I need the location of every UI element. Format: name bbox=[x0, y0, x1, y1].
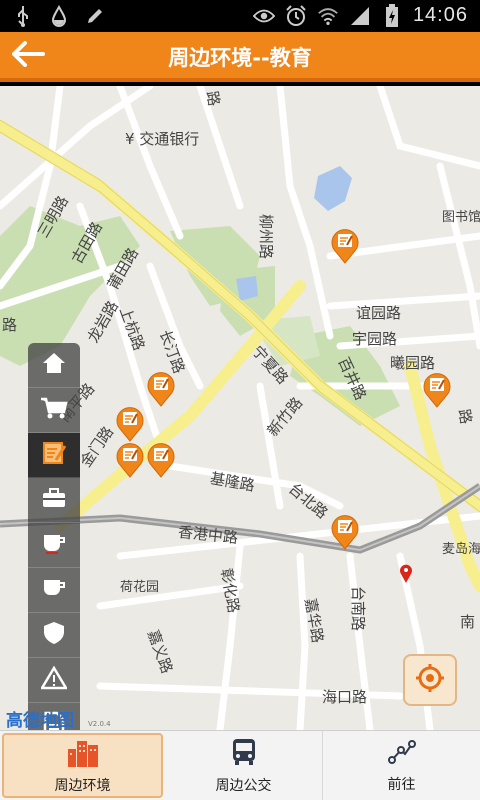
tab-go-to-label: 前往 bbox=[387, 776, 416, 793]
category-toolbar bbox=[28, 343, 80, 730]
app-header: 周边环境--教育 bbox=[0, 32, 480, 82]
status-bar: 14:06 bbox=[0, 0, 480, 32]
toolbar-home-button[interactable] bbox=[28, 343, 80, 388]
page-title: 周边环境--教育 bbox=[168, 46, 312, 70]
map-label-jiaotong-bank: ¥ 交通银行 bbox=[125, 130, 200, 148]
coffee-icon bbox=[40, 577, 68, 603]
education-poi-marker[interactable] bbox=[422, 370, 452, 408]
bus-icon bbox=[231, 737, 257, 771]
map-label-nan: 南 bbox=[460, 613, 476, 631]
home-icon bbox=[41, 351, 67, 379]
toolbar-education-button[interactable] bbox=[28, 433, 80, 478]
eye-icon bbox=[252, 5, 275, 27]
education-poi-marker[interactable] bbox=[115, 440, 145, 478]
tab-surroundings-label: 周边环境 bbox=[54, 777, 111, 794]
alarm-icon bbox=[285, 4, 307, 27]
map-label-yiyuan-rd: 谊园路 bbox=[356, 304, 402, 322]
briefcase-icon bbox=[41, 487, 67, 513]
crosshair-icon bbox=[415, 663, 445, 697]
buildings-icon bbox=[66, 737, 100, 771]
education-icon bbox=[41, 440, 67, 470]
map-label-maidao: 麦岛海 bbox=[442, 542, 480, 557]
map-label-liuzhou-rd: 柳州路 bbox=[257, 213, 276, 260]
toolbar-warning-button[interactable] bbox=[28, 658, 80, 703]
wifi-icon bbox=[317, 5, 339, 27]
toolbar-dining-button[interactable] bbox=[28, 523, 80, 568]
status-time: 14:06 bbox=[412, 4, 468, 26]
shield-icon bbox=[42, 620, 66, 650]
tab-bus-label: 周边公交 bbox=[215, 777, 272, 794]
route-icon bbox=[387, 738, 417, 770]
tab-bus[interactable]: 周边公交 bbox=[165, 731, 323, 800]
map-view[interactable]: ¥ 交通银行 三明路 古田路 莆田路 龙岩路 上杭路 长汀路 宁夏路 柳州路 谊… bbox=[0, 86, 480, 730]
map-label-left-rd: 路 bbox=[2, 316, 18, 334]
map-provider-logo: 高德地图 bbox=[6, 711, 74, 730]
shopping-cart-icon bbox=[40, 396, 68, 424]
map-label-hehua-yuan: 荷花园 bbox=[120, 580, 160, 595]
restaurant-icon bbox=[40, 531, 68, 559]
education-poi-marker[interactable] bbox=[146, 369, 176, 407]
pen-icon bbox=[84, 5, 106, 27]
tab-surroundings[interactable]: 周边环境 bbox=[2, 733, 163, 798]
education-poi-marker[interactable] bbox=[115, 404, 145, 442]
battery-icon bbox=[381, 3, 403, 27]
education-poi-marker[interactable] bbox=[146, 440, 176, 478]
toolbar-shopping-button[interactable] bbox=[28, 388, 80, 433]
location-pin-icon[interactable] bbox=[399, 564, 413, 584]
tab-go-to[interactable]: 前往 bbox=[323, 731, 480, 800]
toolbar-cafe-button[interactable] bbox=[28, 568, 80, 613]
signal-icon bbox=[349, 5, 371, 27]
toolbar-business-button[interactable] bbox=[28, 478, 80, 523]
warning-icon bbox=[39, 665, 69, 694]
map-label-library: 图书馆 bbox=[442, 210, 480, 225]
map-label-haikou-rd: 海口路 bbox=[322, 688, 368, 706]
map-provider-version: V2.0.4 bbox=[88, 720, 111, 728]
toolbar-security-button[interactable] bbox=[28, 613, 80, 658]
water-drop-icon bbox=[48, 5, 70, 27]
map-label-tainan-rd: 台南路 bbox=[349, 585, 368, 632]
usb-icon bbox=[12, 5, 34, 27]
locate-me-button[interactable] bbox=[403, 654, 457, 706]
map-label-yuyuan-rd: 宇园路 bbox=[352, 330, 398, 348]
bottom-tab-bar: 周边环境 周边公交 前往 bbox=[0, 730, 480, 800]
education-poi-marker[interactable] bbox=[330, 226, 360, 264]
education-poi-marker[interactable] bbox=[330, 512, 360, 550]
